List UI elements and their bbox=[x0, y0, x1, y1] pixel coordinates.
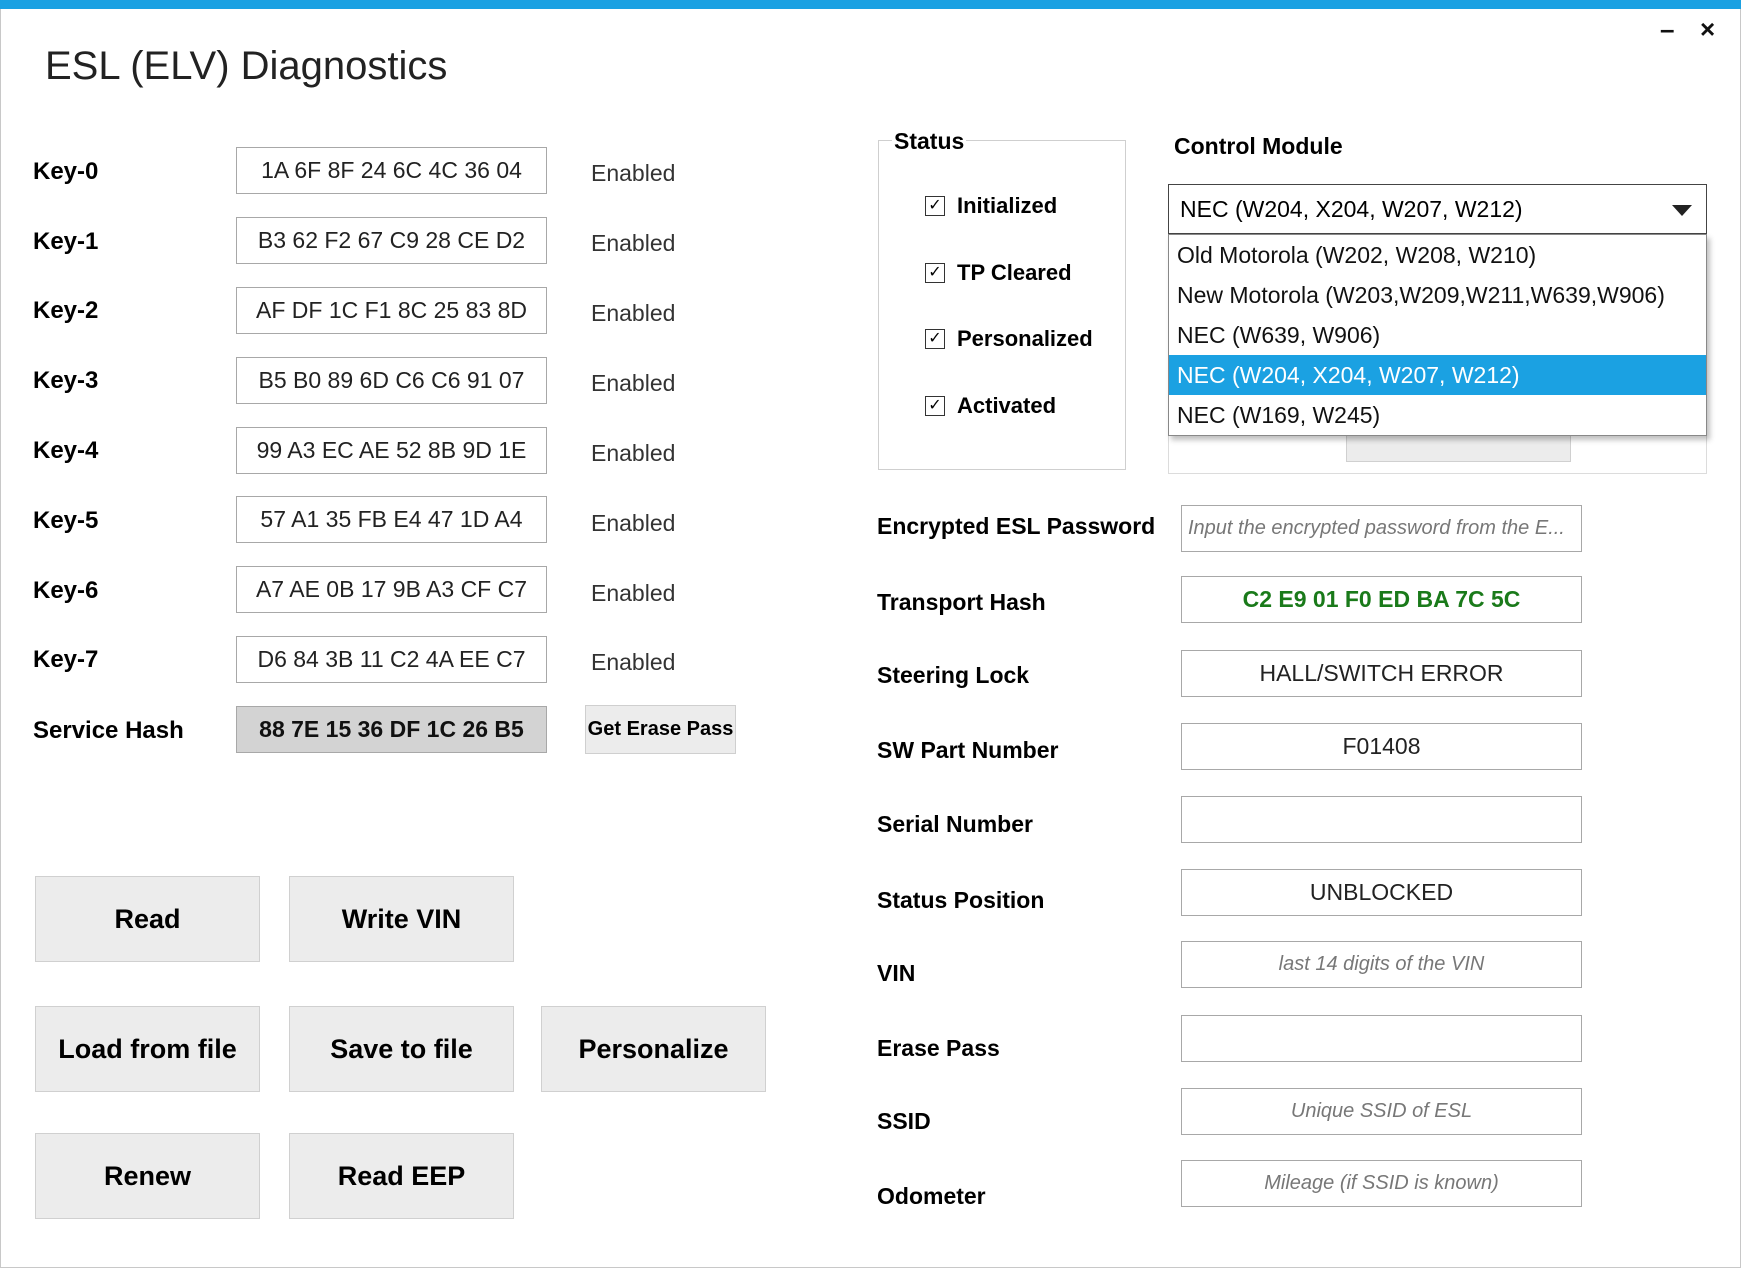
read-eep-button[interactable]: Read EEP bbox=[289, 1133, 514, 1219]
key-6-field[interactable]: A7 AE 0B 17 9B A3 CF C7 bbox=[236, 566, 547, 613]
control-module-selected-value: NEC (W204, X204, W207, W212) bbox=[1180, 196, 1523, 222]
key-1-label: Key-1 bbox=[33, 228, 99, 255]
status-position-field[interactable]: UNBLOCKED bbox=[1181, 869, 1582, 916]
transport-hash-field[interactable]: C2 E9 01 F0 ED BA 7C 5C bbox=[1181, 576, 1582, 623]
key-3-status: Enabled bbox=[591, 370, 676, 396]
ssid-input[interactable]: Unique SSID of ESL bbox=[1181, 1088, 1582, 1135]
status-group-title: Status bbox=[892, 128, 967, 155]
vin-input[interactable]: last 14 digits of the VIN bbox=[1181, 941, 1582, 988]
odometer-input[interactable]: Mileage (if SSID is known) bbox=[1181, 1160, 1582, 1207]
control-module-select[interactable]: NEC (W204, X204, W207, W212) bbox=[1168, 184, 1707, 234]
tp-cleared-label: TP Cleared bbox=[957, 260, 1072, 285]
control-module-dropdown: Old Motorola (W202, W208, W210) New Moto… bbox=[1168, 234, 1707, 436]
encrypted-password-label: Encrypted ESL Password bbox=[877, 513, 1156, 539]
service-hash-field[interactable]: 88 7E 15 36 DF 1C 26 B5 bbox=[236, 706, 547, 753]
key-7-label: Key-7 bbox=[33, 646, 99, 673]
personalized-checkbox[interactable]: ✓ Personalized bbox=[925, 326, 1093, 352]
key-7-status: Enabled bbox=[591, 649, 676, 675]
key-1-status: Enabled bbox=[591, 230, 676, 256]
vin-label: VIN bbox=[877, 960, 916, 986]
key-6-status: Enabled bbox=[591, 580, 676, 606]
initialized-checkbox[interactable]: ✓ Initialized bbox=[925, 193, 1057, 219]
key-0-status: Enabled bbox=[591, 160, 676, 186]
personalize-button[interactable]: Personalize bbox=[541, 1006, 766, 1092]
key-2-label: Key-2 bbox=[33, 297, 99, 324]
key-3-field[interactable]: B5 B0 89 6D C6 C6 91 07 bbox=[236, 357, 547, 404]
minimize-button[interactable]: – bbox=[1660, 14, 1674, 45]
key-4-field[interactable]: 99 A3 EC AE 52 8B 9D 1E bbox=[236, 427, 547, 474]
dropdown-option[interactable]: NEC (W169, W245) bbox=[1169, 395, 1706, 435]
window-title: ESL (ELV) Diagnostics bbox=[45, 44, 448, 88]
dropdown-option[interactable]: Old Motorola (W202, W208, W210) bbox=[1169, 235, 1706, 275]
activated-label: Activated bbox=[957, 393, 1057, 418]
encrypted-password-input[interactable]: Input the encrypted password from the E.… bbox=[1181, 505, 1582, 552]
control-module-label: Control Module bbox=[1174, 133, 1343, 159]
erase-pass-field[interactable] bbox=[1181, 1015, 1582, 1062]
checkmark-icon: ✓ bbox=[925, 196, 945, 216]
key-4-label: Key-4 bbox=[33, 437, 99, 464]
close-button[interactable]: × bbox=[1700, 14, 1715, 45]
get-erase-pass-button[interactable]: Get Erase Pass bbox=[585, 705, 736, 754]
sw-part-number-label: SW Part Number bbox=[877, 737, 1059, 763]
dropdown-option-selected[interactable]: NEC (W204, X204, W207, W212) bbox=[1169, 355, 1706, 395]
service-hash-label: Service Hash bbox=[33, 717, 184, 744]
steering-lock-field[interactable]: HALL/SWITCH ERROR bbox=[1181, 650, 1582, 697]
renew-button[interactable]: Renew bbox=[35, 1133, 260, 1219]
key-1-field[interactable]: B3 62 F2 67 C9 28 CE D2 bbox=[236, 217, 547, 264]
checkmark-icon: ✓ bbox=[925, 329, 945, 349]
initialized-label: Initialized bbox=[957, 193, 1058, 218]
checkmark-icon: ✓ bbox=[925, 263, 945, 283]
erase-pass-label: Erase Pass bbox=[877, 1035, 1000, 1061]
serial-number-label: Serial Number bbox=[877, 811, 1033, 837]
load-from-file-button[interactable]: Load from file bbox=[35, 1006, 260, 1092]
dropdown-option[interactable]: NEC (W639, W906) bbox=[1169, 315, 1706, 355]
odometer-label: Odometer bbox=[877, 1183, 986, 1209]
title-accent-bar bbox=[0, 0, 1741, 9]
personalized-label: Personalized bbox=[957, 326, 1093, 351]
steering-lock-label: Steering Lock bbox=[877, 662, 1030, 688]
status-position-label: Status Position bbox=[877, 887, 1045, 913]
key-5-status: Enabled bbox=[591, 510, 676, 536]
key-7-field[interactable]: D6 84 3B 11 C2 4A EE C7 bbox=[236, 636, 547, 683]
key-5-field[interactable]: 57 A1 35 FB E4 47 1D A4 bbox=[236, 496, 547, 543]
chevron-down-icon[interactable] bbox=[1672, 205, 1692, 216]
transport-hash-label: Transport Hash bbox=[877, 589, 1046, 615]
serial-number-field[interactable] bbox=[1181, 796, 1582, 843]
sw-part-number-field[interactable]: F01408 bbox=[1181, 723, 1582, 770]
key-2-field[interactable]: AF DF 1C F1 8C 25 83 8D bbox=[236, 287, 547, 334]
dropdown-option[interactable]: New Motorola (W203,W209,W211,W639,W906) bbox=[1169, 275, 1706, 315]
checkmark-icon: ✓ bbox=[925, 396, 945, 416]
key-0-field[interactable]: 1A 6F 8F 24 6C 4C 36 04 bbox=[236, 147, 547, 194]
key-3-label: Key-3 bbox=[33, 367, 99, 394]
key-0-label: Key-0 bbox=[33, 158, 99, 185]
ssid-label: SSID bbox=[877, 1108, 931, 1134]
key-4-status: Enabled bbox=[591, 440, 676, 466]
write-vin-button[interactable]: Write VIN bbox=[289, 876, 514, 962]
status-group-box bbox=[878, 140, 1126, 470]
tp-cleared-checkbox[interactable]: ✓ TP Cleared bbox=[925, 260, 1072, 286]
key-6-label: Key-6 bbox=[33, 577, 99, 604]
key-5-label: Key-5 bbox=[33, 507, 99, 534]
read-button[interactable]: Read bbox=[35, 876, 260, 962]
activated-checkbox[interactable]: ✓ Activated bbox=[925, 393, 1056, 419]
save-to-file-button[interactable]: Save to file bbox=[289, 1006, 514, 1092]
key-2-status: Enabled bbox=[591, 300, 676, 326]
